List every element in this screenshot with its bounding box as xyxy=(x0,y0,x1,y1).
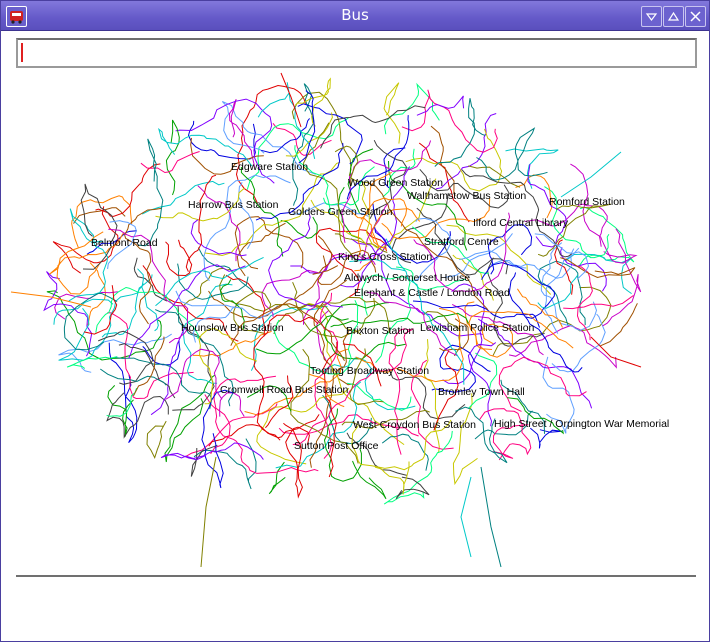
bus-route xyxy=(142,340,181,366)
place-label: Cromwell Road Bus Station xyxy=(220,384,349,396)
route-network xyxy=(10,72,642,568)
bus-route xyxy=(80,183,118,270)
bus-route xyxy=(219,392,245,417)
bus-route xyxy=(383,82,401,144)
bus-route xyxy=(46,290,162,361)
place-label: Aldwych / Somerset House xyxy=(344,272,470,284)
bus-route xyxy=(460,476,472,558)
bus-route xyxy=(529,427,563,449)
place-label: Ilford Central Library xyxy=(473,217,569,229)
status-area xyxy=(16,581,696,635)
bus-route xyxy=(200,456,217,568)
place-label: Stratford Centre xyxy=(424,236,499,248)
bus-route xyxy=(467,352,498,409)
bus-route xyxy=(320,105,426,149)
place-label: Belmont Road xyxy=(91,237,158,249)
maximize-button[interactable] xyxy=(663,6,684,27)
bus-route xyxy=(238,182,255,249)
place-label: Hounslow Bus Station xyxy=(181,322,284,334)
place-label: Bromley Town Hall xyxy=(438,386,525,398)
place-label: Edgware Station xyxy=(231,161,308,173)
bus-route xyxy=(416,95,465,116)
bus-route xyxy=(66,356,118,369)
bus-route xyxy=(137,138,164,247)
place-label: Elephant & Castle / London Road xyxy=(354,287,510,299)
bus-route xyxy=(352,460,387,500)
bus-route xyxy=(599,303,638,347)
bus-route xyxy=(292,83,315,206)
place-label: Tooting Broadway Station xyxy=(310,365,429,377)
bus-route xyxy=(160,442,264,461)
bus-route-map[interactable]: Edgware Station Wood Green StationWaltham… xyxy=(1,67,710,573)
bus-route xyxy=(146,420,167,460)
chevron-down-icon xyxy=(645,13,658,21)
bus-route xyxy=(106,392,169,439)
close-icon xyxy=(690,11,701,22)
place-label: Wood Green Station xyxy=(348,177,443,189)
bus-route xyxy=(95,163,161,217)
bus-route xyxy=(280,72,302,128)
bus-route xyxy=(312,235,333,275)
bus-route xyxy=(455,406,508,464)
bus-route xyxy=(257,82,316,160)
app-window: Bus Edgware Station Wood Green Station Wal… xyxy=(0,0,710,642)
text-cursor xyxy=(21,43,23,62)
bus-route xyxy=(234,216,304,270)
bus-route xyxy=(268,461,286,495)
place-label: Sutton Post Office xyxy=(294,440,379,452)
bus-route xyxy=(563,295,634,310)
title-bar[interactable]: Bus xyxy=(1,1,709,31)
bus-route xyxy=(560,151,622,198)
bus-route xyxy=(165,119,180,196)
place-label: Harrow Bus Station xyxy=(188,199,279,211)
bus-route xyxy=(480,466,502,568)
place-label: West Croydon Bus Station xyxy=(353,419,476,431)
place-label: King's Cross Station xyxy=(338,251,432,263)
window-title: Bus xyxy=(341,6,369,24)
bus-route xyxy=(468,165,521,188)
triangle-up-icon xyxy=(667,11,680,21)
bus-route xyxy=(133,336,165,397)
place-label: Lewisham Police Station xyxy=(420,322,535,334)
place-label: High Street / Orpington War Memorial xyxy=(494,418,669,430)
search-input[interactable] xyxy=(16,38,697,68)
place-label: Brixton Station xyxy=(346,325,414,337)
bus-route xyxy=(193,438,257,490)
bus-route xyxy=(43,271,93,357)
place-label: Romford Station xyxy=(549,196,625,208)
close-button[interactable] xyxy=(685,6,706,27)
bus-route xyxy=(208,255,327,319)
bus-route xyxy=(272,122,332,156)
bus-route xyxy=(381,433,429,471)
divider xyxy=(16,575,696,577)
place-label: Walthamstow Bus Station xyxy=(407,190,526,202)
bus-route xyxy=(201,389,234,489)
minimize-button[interactable] xyxy=(641,6,662,27)
bus-route xyxy=(467,342,497,427)
bus-route xyxy=(565,253,632,295)
place-label: Golders Green Station xyxy=(288,206,393,218)
bus-route xyxy=(498,356,587,412)
